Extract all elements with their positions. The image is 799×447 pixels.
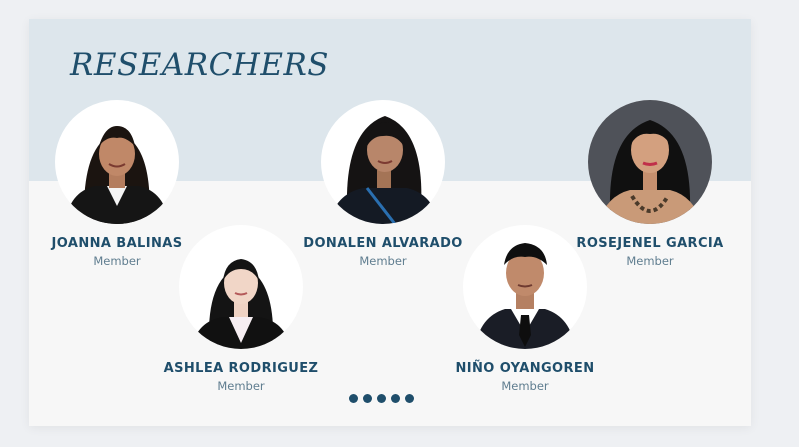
avatar <box>321 100 445 224</box>
avatar <box>179 225 303 349</box>
researchers-card: RESEARCHERS JOANNA BALINAS Member ASHLEA… <box>29 19 751 426</box>
avatar <box>55 100 179 224</box>
researcher-role: Member <box>217 379 265 393</box>
carousel-dot-5[interactable] <box>405 394 414 403</box>
researcher-name: ASHLEA RODRIGUEZ <box>163 361 319 376</box>
carousel-dot-1[interactable] <box>349 394 358 403</box>
carousel-dot-2[interactable] <box>363 394 372 403</box>
researcher-role: Member <box>501 379 549 393</box>
carousel-pagination <box>349 394 414 403</box>
researcher-name: ROSEJENEL GARCIA <box>576 236 724 251</box>
carousel-dot-3[interactable] <box>377 394 386 403</box>
carousel-dot-4[interactable] <box>391 394 400 403</box>
researcher-name: NIÑO OYANGOREN <box>455 361 595 376</box>
avatar <box>588 100 712 224</box>
section-title: RESEARCHERS <box>70 47 330 83</box>
researcher-card-rosejenel: ROSEJENEL GARCIA Member <box>565 100 735 268</box>
researcher-role: Member <box>626 254 674 268</box>
